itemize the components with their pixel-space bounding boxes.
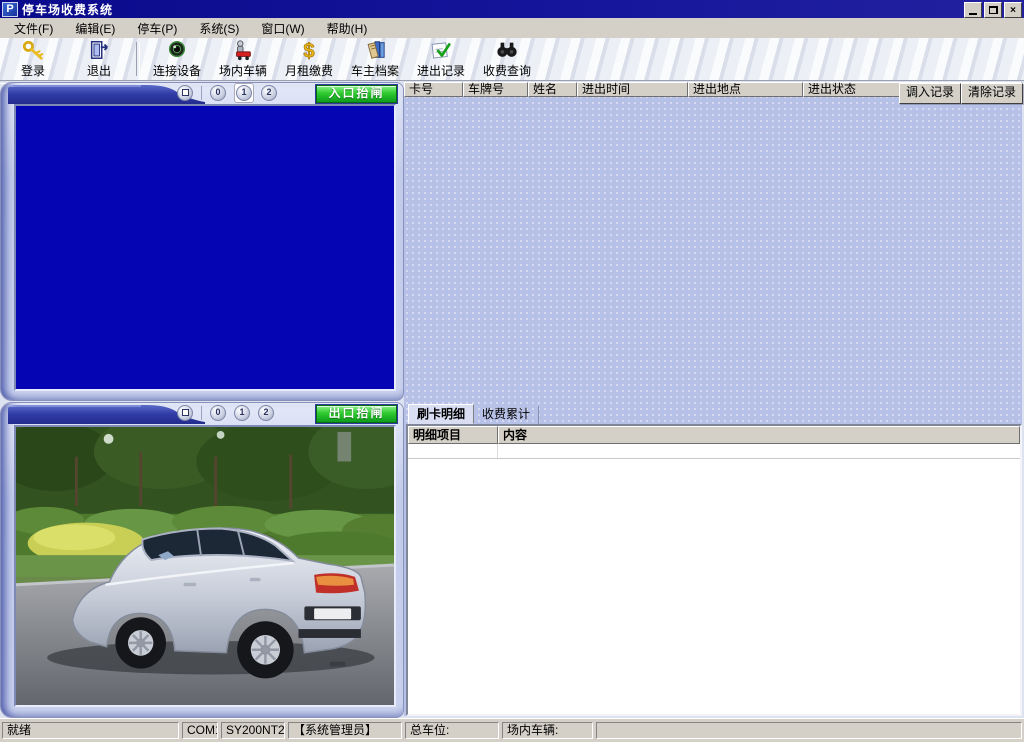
status-ready: 就绪	[2, 722, 179, 739]
tab-fee-total[interactable]: 收费累计	[474, 406, 539, 424]
entry-camera-video	[14, 104, 396, 391]
toolbar-login-label: 登录	[21, 62, 45, 79]
exit-monitor-button[interactable]	[177, 405, 193, 421]
app-window: P 停车场收费系统 × 文件(F) 编辑(E) 停车(P) 系统(S) 窗口(W…	[0, 0, 1024, 742]
toolbar: 登录 退出 连接设备	[0, 38, 1024, 81]
detail-empty-row	[408, 444, 1020, 459]
tab-card-detail[interactable]: 刷卡明细	[408, 404, 474, 424]
restore-icon	[989, 6, 998, 14]
detail-table: 明细项目 内容	[406, 424, 1022, 716]
menu-window[interactable]: 窗口(W)	[253, 18, 312, 39]
title-bar: P 停车场收费系统 ×	[0, 0, 1024, 18]
menu-system[interactable]: 系统(S)	[191, 18, 247, 39]
status-operator: 【系统管理员】	[288, 722, 402, 739]
entry-channel-0[interactable]: 0	[210, 85, 226, 101]
menu-file[interactable]: 文件(F)	[6, 18, 61, 39]
entry-channel-2[interactable]: 2	[261, 85, 277, 101]
check-note-icon	[428, 39, 454, 61]
toolbar-connect-device[interactable]: 连接设备	[144, 39, 210, 79]
toolbar-vehicles-in-lot[interactable]: 场内车辆	[210, 39, 276, 79]
exit-channel-2[interactable]: 2	[258, 405, 274, 421]
dollar-icon: $	[296, 39, 322, 61]
toolbar-exit[interactable]: 退出	[66, 39, 132, 79]
exit-channel-0[interactable]: 0	[210, 405, 226, 421]
status-device-model: SY200NT2	[221, 722, 285, 739]
right-panel: 卡号 车牌号 姓名 进出时间 进出地点 进出状态 刷卡明细 收费累计 调入记录 …	[404, 82, 1022, 716]
col-name[interactable]: 姓名	[528, 82, 577, 97]
entry-gate-open-button[interactable]: 入口抬闸	[316, 85, 397, 103]
toolbar-separator	[136, 42, 140, 76]
status-com-port: COM1	[182, 722, 218, 739]
status-total-spaces: 总车位:	[405, 722, 499, 739]
monitor-icon	[182, 409, 189, 416]
col-detail-item[interactable]: 明细项目	[408, 426, 498, 444]
exit-channel-buttons: 0 1 2	[177, 405, 282, 420]
menu-bar: 文件(F) 编辑(E) 停车(P) 系统(S) 窗口(W) 帮助(H)	[0, 18, 1024, 39]
vehicle-cart-icon	[230, 39, 256, 61]
key-icon	[20, 39, 46, 61]
status-vehicles-in-lot: 场内车辆:	[502, 722, 593, 739]
restore-button[interactable]	[984, 2, 1002, 18]
toolbar-monthly-payment[interactable]: $ 月租缴费	[276, 39, 342, 79]
exit-channel-1[interactable]: 1	[234, 405, 250, 421]
close-button[interactable]: ×	[1004, 2, 1022, 18]
toolbar-connect-device-label: 连接设备	[153, 62, 201, 79]
records-list-area[interactable]	[404, 97, 1022, 402]
entry-camera-panel: 0 1 2 入口抬闸	[0, 82, 404, 401]
toolbar-inout-records[interactable]: 进出记录	[408, 39, 474, 79]
toolbar-owner-files[interactable]: 车主档案	[342, 39, 408, 79]
detail-tabstrip: 刷卡明细 收费累计	[404, 402, 1022, 424]
exit-gate-open-button[interactable]: 出口抬闸	[316, 405, 397, 423]
binoculars-icon	[494, 39, 520, 61]
toolbar-fee-query[interactable]: 收费查询	[474, 39, 540, 79]
status-extra	[596, 722, 1022, 739]
menu-help[interactable]: 帮助(H)	[319, 18, 376, 39]
menu-edit[interactable]: 编辑(E)	[67, 18, 123, 39]
minimize-icon	[969, 6, 977, 15]
col-inout-time[interactable]: 进出时间	[577, 82, 688, 97]
channel-separator	[201, 86, 202, 100]
toolbar-owner-files-label: 车主档案	[351, 62, 399, 79]
entry-channel-buttons: 0 1 2	[177, 85, 285, 100]
toolbar-login[interactable]: 登录	[0, 39, 66, 79]
entry-channel-1[interactable]: 1	[236, 85, 252, 101]
exit-door-icon	[86, 39, 112, 61]
detail-table-header: 明细项目 内容	[408, 426, 1020, 444]
exit-camera-video	[14, 425, 396, 707]
dollar-glyph: $	[303, 40, 314, 61]
col-plate-number[interactable]: 车牌号	[463, 82, 528, 97]
exit-panel-header: 0 1 2 出口抬闸	[1, 403, 403, 424]
toolbar-vehicles-in-lot-label: 场内车辆	[219, 62, 267, 79]
app-icon: P	[2, 2, 18, 17]
col-card-number[interactable]: 卡号	[404, 82, 463, 97]
col-content[interactable]: 内容	[498, 426, 1020, 444]
toolbar-monthly-payment-label: 月租缴费	[285, 62, 333, 79]
toolbar-fee-query-label: 收费查询	[483, 62, 531, 79]
status-bar: 就绪 COM1 SY200NT2 【系统管理员】 总车位: 场内车辆:	[0, 718, 1024, 742]
entry-panel-header: 0 1 2 入口抬闸	[1, 83, 403, 104]
clear-records-button[interactable]: 清除记录	[961, 83, 1023, 104]
toolbar-exit-label: 退出	[87, 62, 111, 79]
entry-monitor-button[interactable]	[177, 85, 193, 101]
channel-separator	[201, 406, 202, 420]
entry-channel-1-selected: 1	[234, 83, 254, 103]
archive-books-icon	[362, 39, 388, 61]
minimize-button[interactable]	[964, 2, 982, 18]
car-photo	[16, 427, 394, 705]
col-inout-location[interactable]: 进出地点	[688, 82, 803, 97]
monitor-icon	[182, 89, 189, 96]
window-title: 停车场收费系统	[22, 1, 113, 18]
exit-camera-panel: 0 1 2 出口抬闸	[0, 402, 404, 718]
webcam-icon	[164, 39, 190, 61]
menu-parking[interactable]: 停车(P)	[129, 18, 185, 39]
load-records-button[interactable]: 调入记录	[899, 83, 961, 104]
toolbar-inout-records-label: 进出记录	[417, 62, 465, 79]
